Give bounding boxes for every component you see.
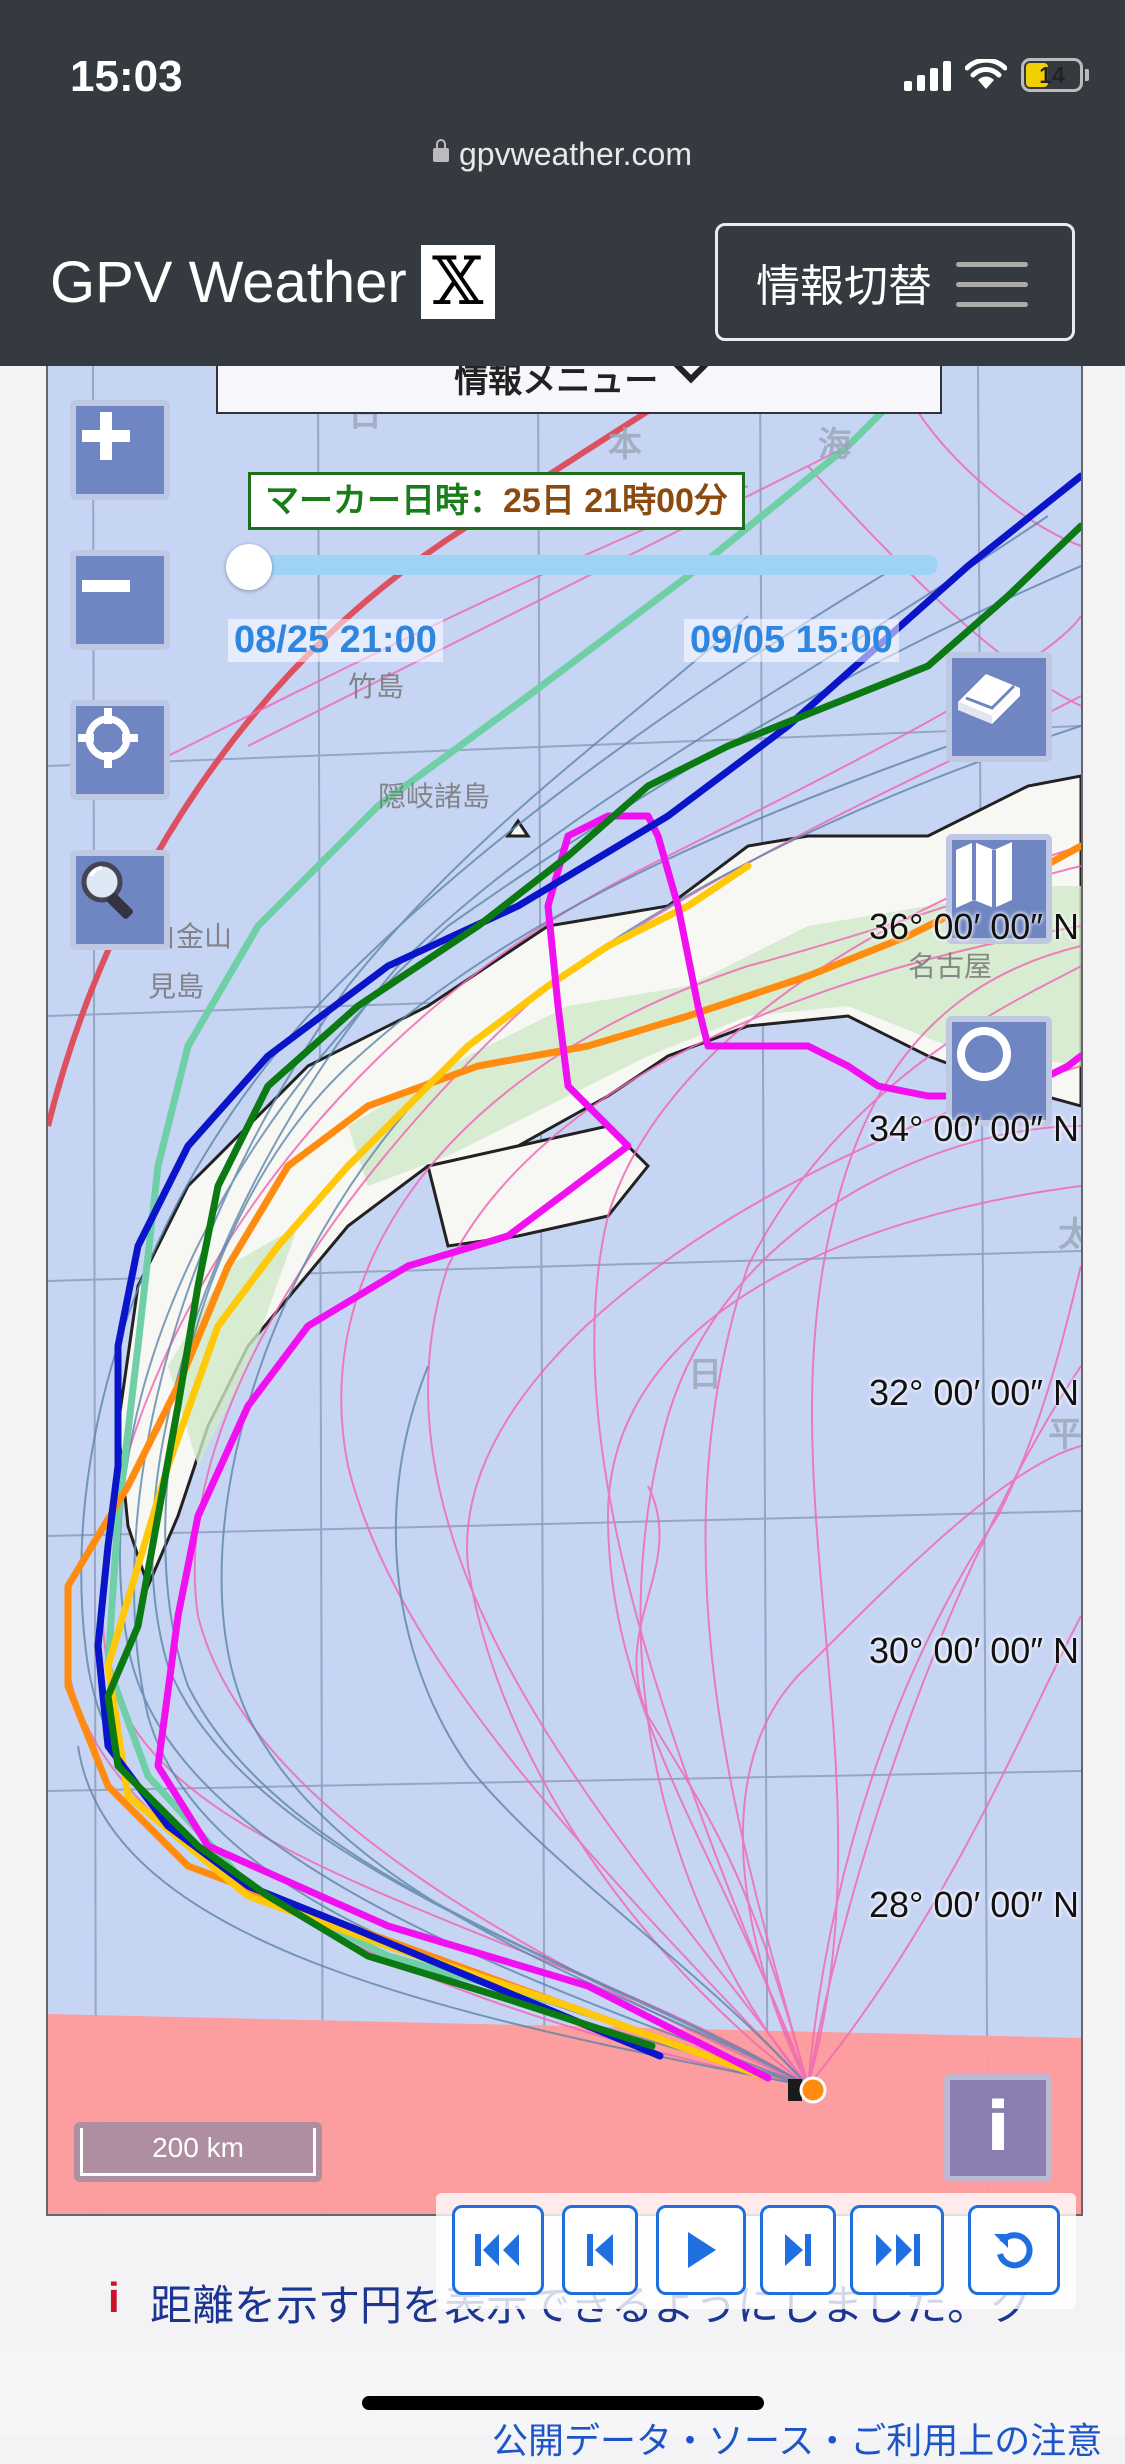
- latitude-label-36: 36° 00′ 00″ N: [868, 906, 1079, 947]
- status-icons: 14: [904, 58, 1089, 92]
- info-menu-dropdown[interactable]: 情報メニュー: [216, 366, 942, 414]
- latitude-label-32: 32° 00′ 00″ N: [868, 1372, 1079, 1413]
- last-icon: [876, 2234, 920, 2266]
- brand[interactable]: GPV Weather 𝕏: [50, 245, 495, 319]
- svg-text:平: 平: [1048, 1416, 1081, 1454]
- time-slider-end: 09/05 15:00: [684, 619, 899, 662]
- zoom-in-button[interactable]: [70, 400, 170, 500]
- info-switch-menu-button[interactable]: 情報切替: [715, 223, 1075, 341]
- battery-icon: 14: [1021, 58, 1089, 92]
- map-label-nagoya: 名古屋: [908, 951, 992, 982]
- home-indicator[interactable]: [362, 2396, 764, 2410]
- x-logo-icon[interactable]: 𝕏: [420, 245, 495, 319]
- info-menu-label: 情報メニュー: [454, 366, 659, 400]
- footer-link[interactable]: 公開データ・ソース・ご利用上の注意: [492, 2412, 1102, 2464]
- circle-icon: [957, 1027, 1011, 1081]
- marker-datetime-value: 25日 21時00分: [503, 482, 728, 520]
- svg-text:海: 海: [818, 426, 852, 464]
- url-text: gpvweather.com: [458, 136, 692, 172]
- plus-icon: [82, 412, 130, 460]
- marker-datetime-key: マーカー日時：: [265, 482, 503, 520]
- play-icon: [688, 2232, 716, 2268]
- time-slider-track[interactable]: [238, 555, 938, 575]
- next-button[interactable]: [760, 2205, 836, 2295]
- play-button[interactable]: [656, 2205, 746, 2295]
- menu-toggle-label: 情報切替: [756, 262, 932, 311]
- browser-chrome: 15:03 14 gpvweather.com GPV Weather 𝕏 情報…: [0, 0, 1125, 366]
- cellular-signal-icon: [904, 59, 951, 91]
- search-button[interactable]: [70, 850, 170, 950]
- battery-level: 14: [1039, 62, 1065, 88]
- map-label-oki: 隠岐諸島: [378, 781, 490, 812]
- guide-button[interactable]: [946, 652, 1052, 762]
- map-label-takeshima: 竹島: [348, 671, 404, 702]
- latitude-label-34: 34° 00′ 00″ N: [868, 1108, 1079, 1149]
- previous-icon: [587, 2234, 613, 2266]
- first-icon: [475, 2234, 519, 2266]
- svg-text:本: 本: [608, 426, 642, 464]
- info-button[interactable]: i: [944, 2074, 1052, 2182]
- crosshair-icon: [78, 708, 138, 768]
- last-button[interactable]: [850, 2205, 944, 2295]
- zoom-out-button[interactable]: [70, 550, 170, 650]
- lock-icon: [432, 138, 449, 162]
- next-icon: [785, 2234, 811, 2266]
- minus-icon: [82, 580, 130, 592]
- magnifier-icon: [81, 861, 133, 919]
- svg-text:日: 日: [688, 1356, 722, 1394]
- marker-datetime-label: マーカー日時：25日 21時00分: [248, 472, 745, 530]
- locate-button[interactable]: [70, 700, 170, 800]
- scale-label: 200 km: [80, 2128, 316, 2176]
- previous-button[interactable]: [562, 2205, 638, 2295]
- time-slider-start: 08/25 21:00: [228, 619, 443, 662]
- latitude-label-28: 28° 00′ 00″ N: [868, 1884, 1079, 1925]
- reload-button[interactable]: [968, 2205, 1060, 2295]
- brand-name: GPV Weather: [50, 249, 407, 315]
- latitude-label-30: 30° 00′ 00″ N: [868, 1630, 1079, 1671]
- map-label-mishima: 見島: [148, 971, 204, 1002]
- chevron-down-icon: [672, 366, 710, 384]
- typhoon-track-map[interactable]: 日 本 海 日 太 平 竹島 隠岐諸島 白金山 見島 名古屋 情報メニュー: [46, 366, 1083, 2216]
- map-canvas: 日 本 海 日 太 平 竹島 隠岐諸島 白金山 見島 名古屋: [48, 366, 1081, 2214]
- time-slider-thumb[interactable]: [226, 544, 272, 590]
- folded-map-icon: [956, 842, 1012, 908]
- reload-icon: [994, 2232, 1033, 2269]
- address-bar[interactable]: gpvweather.com: [0, 136, 1125, 173]
- hamburger-icon: [956, 262, 1028, 308]
- wifi-icon: [965, 59, 1007, 89]
- first-button[interactable]: [452, 2205, 544, 2295]
- playback-controls: [436, 2193, 1076, 2309]
- book-icon: [958, 674, 1020, 724]
- svg-text:太: 太: [1058, 1216, 1081, 1254]
- status-time: 15:03: [70, 52, 183, 101]
- scale-bar: 200 km: [74, 2122, 322, 2182]
